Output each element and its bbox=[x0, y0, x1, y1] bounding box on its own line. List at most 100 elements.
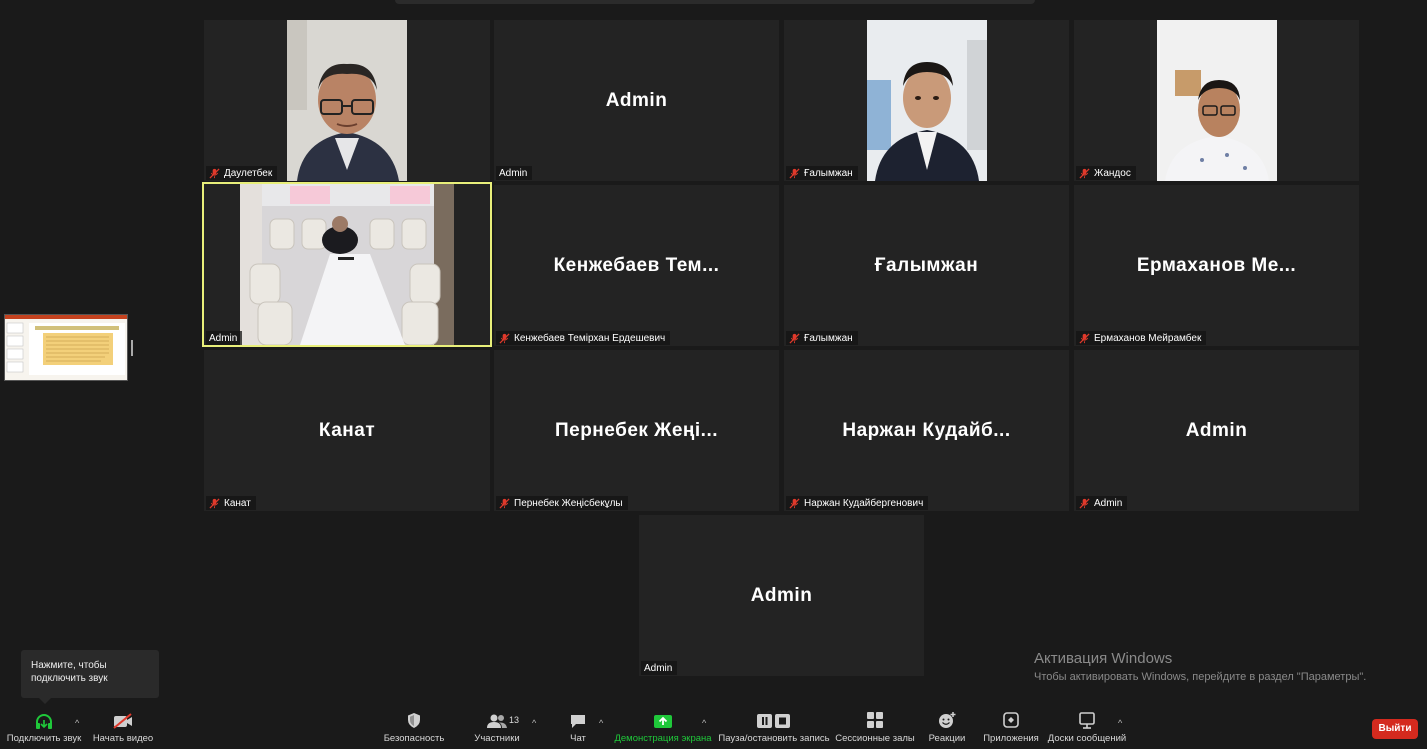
participant-display-name: Пернебек Жеңі... bbox=[554, 419, 719, 441]
participant-name-label: Ғалымжан bbox=[786, 166, 858, 180]
participant-name: Жандос bbox=[1094, 168, 1131, 179]
participant-tile[interactable]: Даулетбек bbox=[204, 20, 490, 181]
participant-video bbox=[240, 184, 454, 345]
muted-mic-icon bbox=[789, 333, 800, 344]
participant-tile[interactable]: Admin Admin bbox=[639, 515, 924, 676]
participants-label: Участники bbox=[474, 733, 520, 744]
chat-icon bbox=[571, 715, 585, 728]
participants-icon bbox=[487, 714, 507, 728]
participant-tile[interactable]: Ғалымжан bbox=[784, 20, 1069, 181]
windows-activation-watermark: Активация Windows Чтобы активировать Win… bbox=[1034, 650, 1366, 685]
participants-count: 13 bbox=[509, 715, 520, 725]
pause-stop-recording-button[interactable]: Пауза/остановить запись bbox=[718, 705, 830, 749]
thumbnail-resize-handle[interactable] bbox=[131, 340, 133, 356]
security-label: Безопасность bbox=[383, 733, 445, 744]
participants-options-caret[interactable]: ^ bbox=[532, 718, 536, 728]
muted-mic-icon bbox=[789, 498, 800, 509]
participant-display-name: Admin bbox=[605, 89, 668, 111]
participant-display-name: Ермаханов Ме... bbox=[1136, 254, 1297, 276]
leave-meeting-button[interactable]: Выйти bbox=[1372, 719, 1418, 739]
share-options-caret[interactable]: ^ bbox=[702, 718, 706, 728]
participant-name-label: Admin bbox=[496, 166, 533, 180]
security-button[interactable]: Безопасность bbox=[382, 705, 446, 749]
start-video-label: Начать видео bbox=[92, 733, 154, 744]
breakout-rooms-button[interactable]: Сессионные залы bbox=[834, 705, 916, 749]
participant-tile[interactable]: Admin Admin bbox=[1074, 350, 1359, 511]
participant-tile[interactable]: Пернебек Жеңі... Пернебек Жеңісбекұлы bbox=[494, 350, 779, 511]
breakout-rooms-icon bbox=[867, 712, 883, 728]
participant-name: Admin bbox=[1094, 498, 1123, 509]
reactions-button[interactable]: Реакции bbox=[926, 705, 968, 749]
shared-screen-thumbnail[interactable] bbox=[4, 314, 128, 381]
participant-tile[interactable]: Admin Admin bbox=[494, 20, 779, 181]
participant-name: Ғалымжан bbox=[804, 168, 853, 179]
participant-name: Admin bbox=[209, 333, 238, 344]
chat-label: Чат bbox=[570, 733, 586, 744]
participants-button[interactable]: Участники bbox=[470, 705, 524, 749]
tooltip-line-1: Нажмите, чтобы bbox=[31, 660, 107, 671]
chat-options-caret[interactable]: ^ bbox=[599, 718, 603, 728]
muted-mic-icon bbox=[1079, 498, 1090, 509]
muted-mic-icon bbox=[499, 498, 510, 509]
participant-video bbox=[287, 20, 407, 181]
participant-name: Ғалымжан bbox=[804, 333, 853, 344]
video-off-icon bbox=[113, 713, 132, 729]
participant-tile[interactable]: Ермаханов Ме... Ермаханов Мейрамбек bbox=[1074, 185, 1359, 346]
muted-mic-icon bbox=[1079, 333, 1090, 344]
muted-mic-icon bbox=[789, 168, 800, 179]
participant-display-name: Канат bbox=[318, 419, 376, 441]
whiteboards-button[interactable]: Доски сообщений bbox=[1047, 705, 1127, 749]
muted-mic-icon bbox=[209, 498, 220, 509]
apps-label: Приложения bbox=[983, 733, 1039, 744]
activation-title: Активация Windows bbox=[1034, 650, 1173, 667]
participant-tile[interactable]: Канат Канат bbox=[204, 350, 490, 511]
connect-audio-button[interactable]: Подключить звук bbox=[4, 705, 84, 749]
meeting-toolbar: Подключить звук ^ Начать видео Безопасно… bbox=[0, 705, 1427, 749]
participant-name: Наржан Кудайбергенович bbox=[804, 498, 924, 509]
muted-mic-icon bbox=[499, 333, 510, 344]
participant-name-label: Наржан Кудайбергенович bbox=[786, 496, 929, 510]
muted-mic-icon bbox=[1079, 168, 1090, 179]
participant-name-label: Даулетбек bbox=[206, 166, 278, 180]
apps-button[interactable]: Приложения bbox=[980, 705, 1042, 749]
participant-name-label: Канат bbox=[206, 496, 256, 510]
participant-tile[interactable]: Ғалымжан Ғалымжан bbox=[784, 185, 1069, 346]
participant-tile[interactable]: Жандос bbox=[1074, 20, 1359, 181]
tooltip-line-2: подключить звук bbox=[31, 673, 108, 684]
active-speaker-tile[interactable]: Admin bbox=[202, 182, 492, 347]
participant-name-label: Кенжебаев Темірхан Ердешевич bbox=[496, 331, 671, 345]
participant-video bbox=[867, 20, 987, 181]
whiteboard-icon bbox=[1079, 712, 1095, 729]
participant-name: Ермаханов Мейрамбек bbox=[1094, 333, 1202, 344]
participant-display-name: Наржан Кудайб... bbox=[842, 419, 1011, 441]
participant-name-label: Ермаханов Мейрамбек bbox=[1076, 331, 1207, 345]
participant-name: Канат bbox=[224, 498, 251, 509]
participant-name-label: Admin bbox=[641, 661, 678, 675]
shield-icon bbox=[408, 713, 420, 728]
participant-display-name: Admin bbox=[1185, 419, 1248, 441]
participant-name-label: Жандос bbox=[1076, 166, 1136, 180]
whiteboards-options-caret[interactable]: ^ bbox=[1118, 718, 1122, 728]
participant-name-label: Пернебек Жеңісбекұлы bbox=[496, 496, 628, 510]
participant-name: Кенжебаев Темірхан Ердешевич bbox=[514, 333, 666, 344]
audio-options-caret[interactable]: ^ bbox=[75, 718, 79, 728]
chat-button[interactable]: Чат bbox=[562, 705, 594, 749]
participant-tile[interactable]: Кенжебаев Тем... Кенжебаев Темірхан Ерде… bbox=[494, 185, 779, 346]
breakout-rooms-label: Сессионные залы bbox=[835, 733, 915, 744]
participant-video bbox=[1157, 20, 1277, 181]
pause-stop-recording-label: Пауза/остановить запись bbox=[718, 733, 830, 744]
participant-display-name: Admin bbox=[750, 584, 813, 606]
top-meeting-info-strip bbox=[395, 0, 1035, 4]
headphones-icon bbox=[36, 714, 52, 729]
share-screen-button[interactable]: Демонстрация экрана bbox=[614, 705, 712, 749]
pause-stop-icon bbox=[757, 714, 790, 728]
participant-name-label: Admin bbox=[1076, 496, 1128, 510]
share-screen-label: Демонстрация экрана bbox=[614, 733, 712, 744]
start-video-button[interactable]: Начать видео bbox=[92, 705, 154, 749]
participant-tile[interactable]: Наржан Кудайб... Наржан Кудайбергенович bbox=[784, 350, 1069, 511]
connect-audio-label: Подключить звук bbox=[6, 733, 82, 744]
participant-name: Пернебек Жеңісбекұлы bbox=[514, 498, 623, 509]
participant-name-label: Ғалымжан bbox=[786, 331, 858, 345]
muted-mic-icon bbox=[209, 168, 220, 179]
participant-display-name: Ғалымжан bbox=[874, 254, 979, 276]
